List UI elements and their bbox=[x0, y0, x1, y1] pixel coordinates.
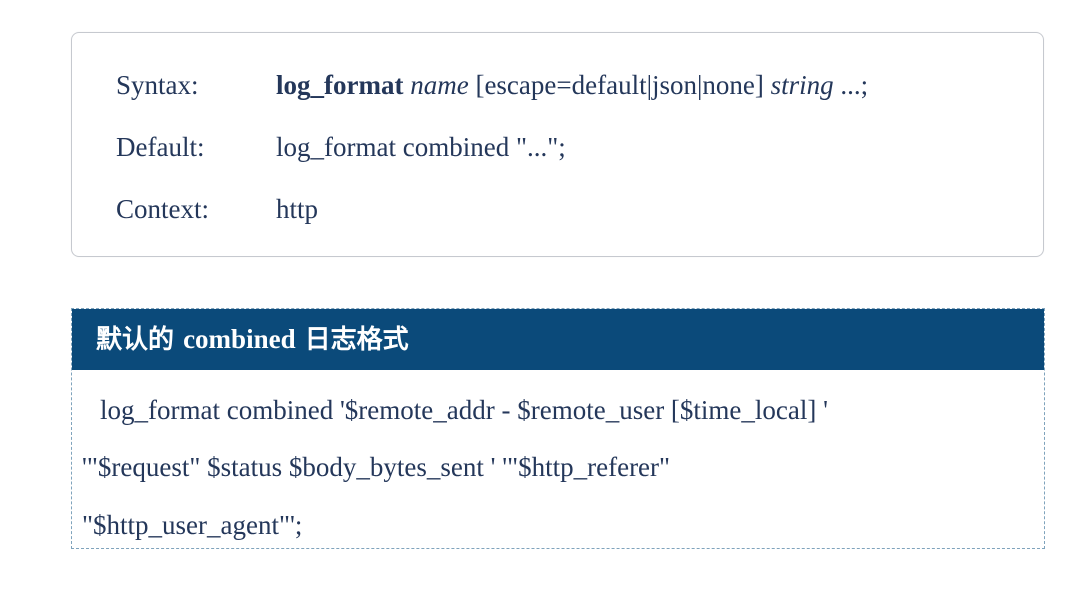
code-line-2: '"$request" $status $body_bytes_sent ' '… bbox=[82, 452, 671, 482]
syntax-label: Syntax: bbox=[116, 70, 199, 100]
code-line-1: log_format combined '$remote_addr - $rem… bbox=[100, 395, 828, 425]
default-label: Default: bbox=[116, 132, 205, 162]
code-line-3: "$http_user_agent"'; bbox=[82, 510, 303, 540]
header-keyword: combined bbox=[183, 324, 296, 354]
syntax-keyword: log_format bbox=[276, 70, 404, 100]
header-prefix: 默认的 bbox=[96, 325, 175, 355]
syntax-param-name: name bbox=[410, 70, 469, 100]
syntax-row: Syntax: log_format name [escape=default|j… bbox=[116, 68, 868, 102]
syntax-param-string: string bbox=[770, 70, 834, 100]
context-row: Context: http bbox=[116, 192, 318, 226]
combined-format-example: 默认的 combined 日志格式 log_format combined '$… bbox=[71, 308, 1045, 549]
example-header: 默认的 combined 日志格式 bbox=[72, 309, 1044, 370]
syntax-options: [escape=default|json|none] bbox=[475, 70, 764, 100]
context-label: Context: bbox=[116, 194, 209, 224]
default-value: log_format combined "..."; bbox=[276, 132, 566, 162]
context-value: http bbox=[276, 194, 319, 224]
header-suffix: 日志格式 bbox=[304, 325, 409, 355]
syntax-tail: ...; bbox=[840, 70, 869, 100]
directive-reference-box: Syntax: log_format name [escape=default|j… bbox=[71, 32, 1044, 257]
default-row: Default: log_format combined "..."; bbox=[116, 130, 566, 164]
